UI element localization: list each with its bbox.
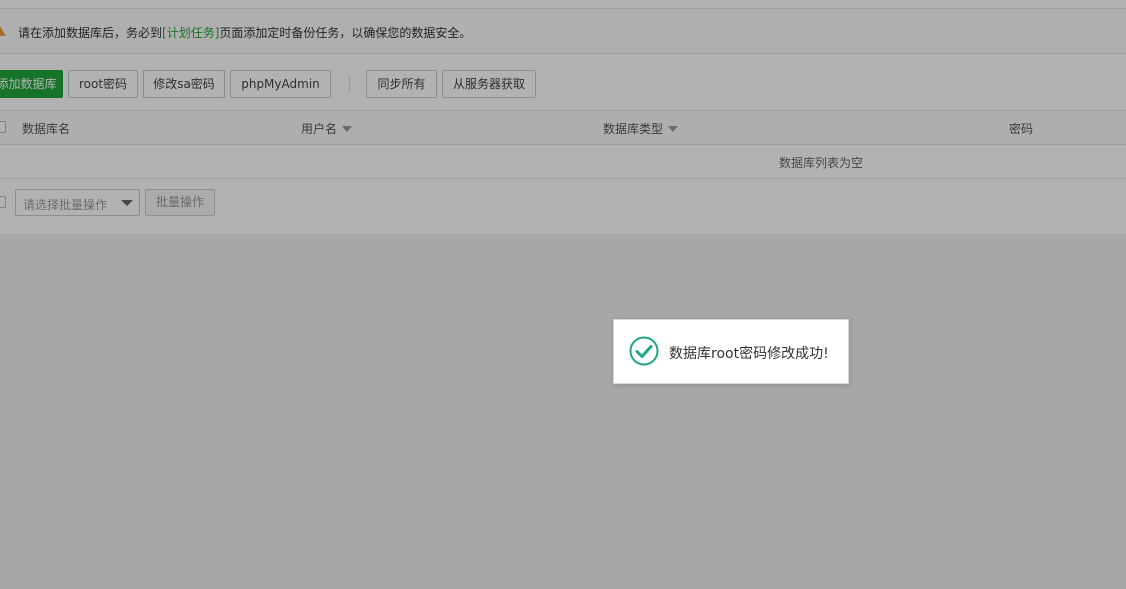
toast-message: 数据库root密码修改成功! bbox=[669, 346, 829, 362]
success-toast: 数据库root密码修改成功! bbox=[613, 319, 849, 384]
check-circle-icon bbox=[629, 336, 659, 366]
modal-overlay[interactable] bbox=[0, 0, 1126, 589]
